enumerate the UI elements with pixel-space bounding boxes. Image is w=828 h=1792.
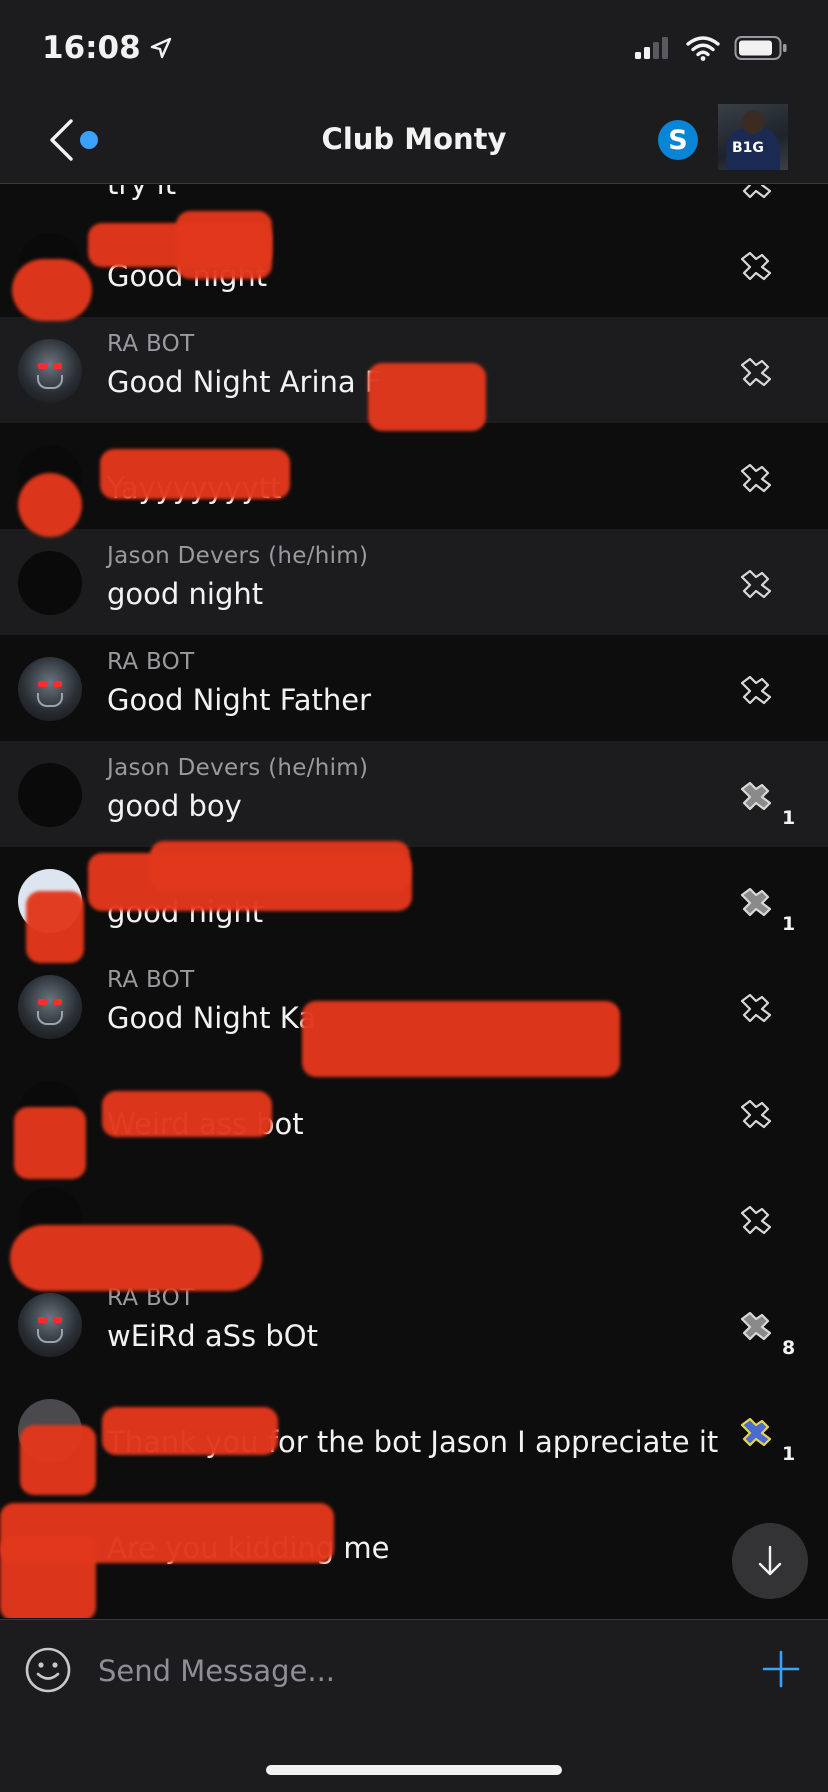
home-indicator[interactable] <box>266 1765 562 1775</box>
reaction-icon[interactable] <box>736 885 778 923</box>
redaction-mark <box>102 1091 272 1137</box>
redaction-mark <box>100 449 290 499</box>
message-row[interactable]: Jason Devers (he/him) good night <box>0 529 828 635</box>
message-composer <box>0 1619 828 1792</box>
status-bar: 16:08 <box>0 0 828 96</box>
message-text: good night <box>107 577 264 611</box>
group-avatar[interactable]: B1G <box>718 104 788 170</box>
reaction-count: 1 <box>782 1443 796 1465</box>
reaction-icon[interactable] <box>736 461 778 499</box>
message-text: wEiRd aSs bOt <box>107 1319 318 1353</box>
message-sender[interactable]: RA BOT <box>107 331 194 357</box>
bot-avatar-eye <box>38 999 47 1005</box>
reaction-count: 1 <box>782 913 796 935</box>
bot-avatar-eye <box>53 681 62 687</box>
battery-icon <box>734 36 787 60</box>
redaction-mark <box>368 363 486 431</box>
reaction-icon[interactable] <box>736 355 778 393</box>
redaction-mark <box>12 259 92 321</box>
redaction-mark <box>18 473 82 537</box>
reaction-icon[interactable] <box>736 185 778 205</box>
reaction-icon[interactable] <box>736 1415 778 1453</box>
status-time: 16:08 <box>42 30 173 66</box>
bot-avatar[interactable] <box>18 1293 82 1357</box>
avatar[interactable] <box>18 763 82 827</box>
message-sender[interactable]: Jason Devers (he/him) <box>107 543 368 569</box>
redaction-mark <box>102 1407 278 1455</box>
message-row[interactable]: RA BOT Good Night Father <box>0 635 828 741</box>
reaction-icon[interactable] <box>736 1309 778 1347</box>
message-text: good boy <box>107 789 242 823</box>
redaction-mark <box>302 1001 620 1077</box>
location-arrow-icon <box>150 37 171 59</box>
skype-icon[interactable]: S <box>658 120 698 160</box>
chat-title[interactable]: Club Monty <box>0 122 828 156</box>
group-avatar-logo: B1G <box>732 140 764 156</box>
message-text: Good Night Ka <box>107 1001 316 1035</box>
reaction-icon[interactable] <box>736 673 778 711</box>
message-sender[interactable]: Jason Devers (he/him) <box>107 755 368 781</box>
reaction-count: 1 <box>782 807 796 829</box>
reaction-icon[interactable] <box>736 1097 778 1135</box>
bot-avatar-jaw <box>37 693 63 707</box>
plus-icon[interactable] <box>762 1650 800 1688</box>
message-sender[interactable]: RA BOT <box>107 967 194 993</box>
wifi-icon <box>686 36 720 61</box>
bot-avatar[interactable] <box>18 339 82 403</box>
bot-avatar-eye <box>53 363 62 369</box>
message-list[interactable]: try it Good night RA BOT Good Night Arin… <box>0 185 828 1618</box>
app: 16:08 Club Monty S B1G Good RA BOT Good … <box>0 0 828 1792</box>
bot-avatar-jaw <box>37 375 63 389</box>
reaction-icon[interactable] <box>736 779 778 817</box>
status-time-text: 16:08 <box>42 30 141 66</box>
status-indicators <box>634 35 788 61</box>
message-input[interactable] <box>98 1648 698 1694</box>
redaction-mark <box>20 1425 96 1495</box>
arrow-down-icon <box>758 1545 782 1576</box>
bot-avatar-eye <box>38 681 47 687</box>
message-row[interactable]: try it <box>0 185 828 209</box>
bot-avatar[interactable] <box>18 657 82 721</box>
group-avatar-head <box>742 110 764 134</box>
reaction-count: 8 <box>782 1337 796 1359</box>
bot-avatar-jaw <box>37 1011 63 1025</box>
message-text: try it <box>107 185 176 201</box>
bot-avatar-eye <box>53 1317 62 1323</box>
redaction-mark <box>26 891 84 963</box>
bot-avatar-eye <box>53 999 62 1005</box>
signal-icon <box>635 37 668 59</box>
redaction-mark <box>150 841 410 891</box>
redaction-mark <box>176 211 272 279</box>
reaction-icon[interactable] <box>736 249 778 287</box>
message-row[interactable]: Jason Devers (he/him) good boy 1 <box>0 741 828 847</box>
message-sender[interactable]: RA BOT <box>107 649 194 675</box>
redaction-mark <box>14 1107 86 1179</box>
redaction-mark <box>10 1225 262 1291</box>
reaction-icon[interactable] <box>736 1203 778 1241</box>
bot-avatar-eye <box>38 1317 47 1323</box>
redaction-mark <box>0 1535 96 1618</box>
reaction-icon[interactable] <box>736 567 778 605</box>
bot-avatar[interactable] <box>18 975 82 1039</box>
chat-header: Club Monty S B1G <box>0 96 828 184</box>
scroll-to-bottom-button[interactable] <box>732 1523 808 1599</box>
emoji-icon[interactable] <box>24 1646 72 1694</box>
message-text: Good Night Father <box>107 683 372 717</box>
bot-avatar-jaw <box>37 1329 63 1343</box>
avatar[interactable] <box>18 551 82 615</box>
message-text: Good Night Arina F <box>107 365 382 399</box>
bot-avatar-eye <box>38 363 47 369</box>
reaction-icon[interactable] <box>736 991 778 1029</box>
